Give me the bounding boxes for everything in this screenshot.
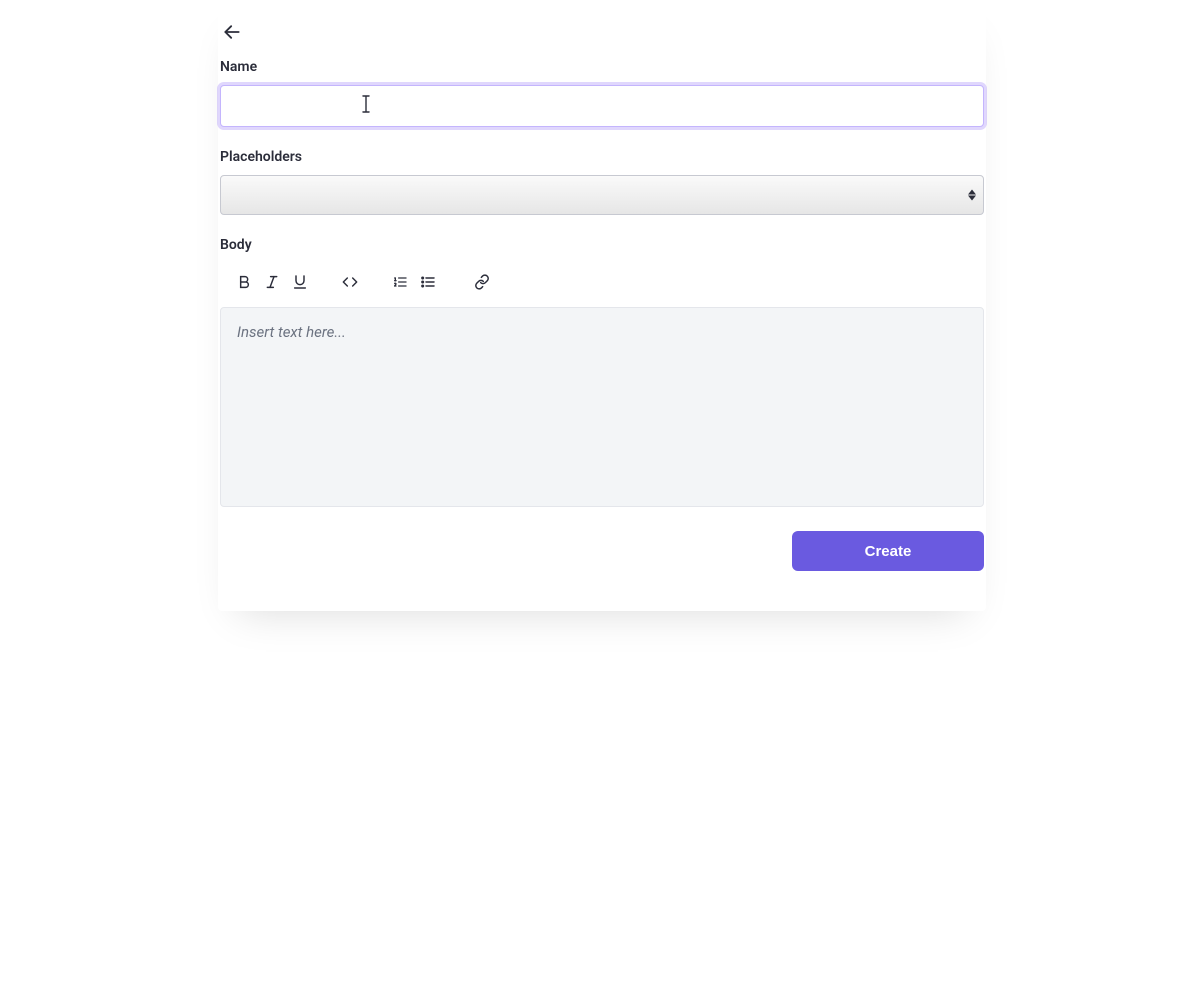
bold-icon [236,274,252,293]
body-field-group: Body [220,237,984,507]
form-actions: Create [220,531,984,571]
placeholders-select[interactable] [220,175,984,215]
name-input[interactable] [220,85,984,127]
underline-icon [292,274,308,293]
placeholders-field-group: Placeholders [220,149,984,215]
create-button[interactable]: Create [792,531,984,571]
bullet-list-icon [420,274,436,293]
body-editor[interactable]: Insert text here... [220,307,984,507]
link-icon [474,274,490,293]
placeholders-label: Placeholders [220,149,984,165]
bullet-list-button[interactable] [414,269,442,297]
code-icon [342,274,358,293]
bold-button[interactable] [230,269,258,297]
body-label: Body [220,237,984,253]
editor-toolbar [220,263,984,307]
arrow-left-icon [222,22,242,45]
form-card: Name Placeholders [218,0,986,611]
ordered-list-icon [392,274,408,293]
ordered-list-button[interactable] [386,269,414,297]
italic-button[interactable] [258,269,286,297]
name-label: Name [220,59,984,75]
code-button[interactable] [336,269,364,297]
back-button[interactable] [220,20,244,47]
name-field-group: Name [220,59,984,127]
link-button[interactable] [468,269,496,297]
underline-button[interactable] [286,269,314,297]
body-editor-placeholder: Insert text here... [237,323,346,341]
italic-icon [264,274,280,293]
